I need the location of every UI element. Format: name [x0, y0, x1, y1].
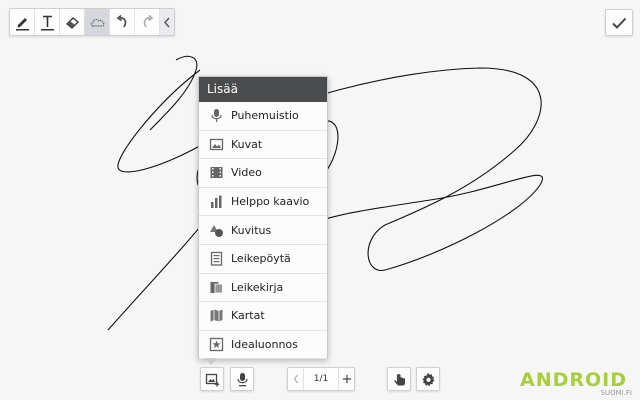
map-icon [201, 308, 231, 323]
film-icon [201, 165, 231, 180]
image-icon [201, 137, 231, 152]
chevron-left-icon [293, 374, 298, 384]
done-button[interactable] [605, 9, 633, 36]
redo-button[interactable] [135, 9, 160, 35]
menu-pointer [205, 358, 217, 365]
microphone-icon [236, 372, 248, 386]
lasso-cloud-icon [90, 18, 105, 27]
microphone-icon [201, 108, 231, 123]
insert-menu: Lisää Puhemuistio Kuvat Video Helppo kaa… [198, 76, 328, 365]
menu-item-label: Kuvitus [231, 223, 272, 237]
insert-menu-title: Lisää [199, 77, 327, 102]
menu-item-label: Kuvat [231, 137, 263, 151]
settings-button[interactable] [416, 367, 440, 391]
menu-item-easy-chart[interactable]: Helppo kaavio [199, 188, 327, 217]
lasso-tool-button[interactable] [85, 9, 110, 35]
undo-button[interactable] [110, 9, 135, 35]
menu-item-label: Helppo kaavio [231, 195, 310, 209]
drawing-toolbar [9, 8, 175, 36]
menu-item-scrapbook[interactable]: Leikekirja [199, 274, 327, 303]
scrapbook-icon [201, 280, 231, 295]
eraser-icon [65, 16, 79, 29]
redo-icon [143, 14, 153, 27]
menu-item-label: Leikepöytä [231, 252, 291, 266]
watermark: ANDROID SUOMI.FI [520, 370, 632, 398]
page-navigator: 1/1 [287, 367, 355, 391]
menu-item-video[interactable]: Video [199, 159, 327, 188]
checkmark-icon [612, 17, 627, 29]
menu-item-label: Puhemuistio [231, 109, 299, 123]
pen-hand-icon [393, 373, 405, 385]
gear-icon [421, 372, 435, 386]
pen-tool-button[interactable] [10, 9, 35, 35]
insert-media-icon [205, 373, 219, 386]
idea-sketch-icon [201, 337, 231, 352]
page-indicator: 1/1 [313, 374, 329, 384]
menu-item-label: Kartat [231, 309, 265, 323]
menu-item-idea-sketch[interactable]: Idealuonnos [199, 331, 327, 360]
undo-icon [116, 14, 126, 27]
menu-item-maps[interactable]: Kartat [199, 302, 327, 331]
insert-button[interactable] [200, 367, 224, 391]
text-tool-button[interactable] [35, 9, 60, 35]
collapse-toolbar-button[interactable] [160, 9, 174, 35]
collapse-chevron-icon [164, 17, 170, 27]
voice-memo-button[interactable] [230, 367, 254, 391]
previous-page-button[interactable] [288, 368, 304, 390]
eraser-tool-button[interactable] [60, 9, 85, 35]
menu-item-voice-memo[interactable]: Puhemuistio [199, 102, 327, 131]
text-icon [40, 15, 54, 30]
clipboard-icon [201, 251, 231, 266]
hand-mode-button[interactable] [387, 367, 411, 391]
add-page-button[interactable] [338, 368, 354, 390]
menu-item-label: Idealuonnos [231, 338, 298, 352]
watermark-subtext: SUOMI.FI [600, 389, 633, 397]
menu-item-clipboard[interactable]: Leikepöytä [199, 245, 327, 274]
watermark-logo: ANDROID [520, 369, 628, 391]
menu-item-label: Video [231, 166, 262, 180]
bar-chart-icon [201, 194, 231, 209]
plus-icon [342, 374, 351, 384]
menu-item-illustration[interactable]: Kuvitus [199, 216, 327, 245]
menu-item-images[interactable]: Kuvat [199, 131, 327, 160]
shapes-icon [201, 223, 231, 238]
menu-item-label: Leikekirja [231, 280, 284, 294]
pen-icon [15, 17, 29, 30]
